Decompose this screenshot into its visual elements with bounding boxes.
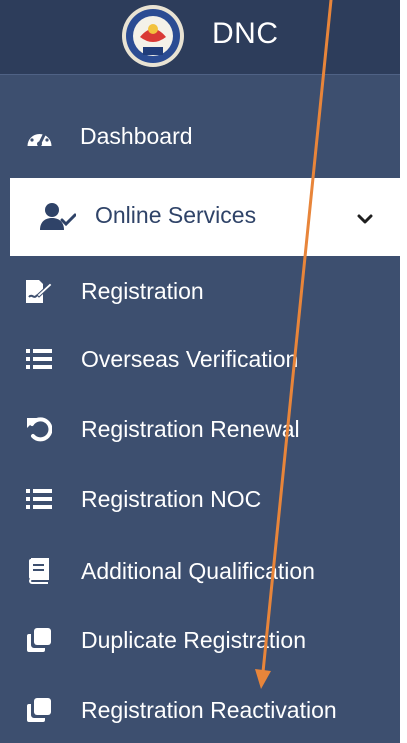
sidebar-item-registration-noc[interactable]: Registration NOC bbox=[0, 470, 400, 528]
sidebar-item-label: Registration bbox=[81, 278, 204, 304]
screenshot-frame: DNC Dashboard Online Services Registrati… bbox=[0, 0, 407, 743]
sidebar-item-duplicate-registration[interactable]: Duplicate Registration bbox=[0, 611, 400, 669]
user-check-icon bbox=[40, 203, 76, 230]
file-signature-icon bbox=[25, 277, 53, 305]
clone-icon bbox=[25, 696, 53, 724]
sidebar-item-overseas-verification[interactable]: Overseas Verification bbox=[0, 330, 400, 388]
sidebar-item-label: Overseas Verification bbox=[81, 346, 299, 372]
sidebar-item-registration-renewal[interactable]: Registration Renewal bbox=[0, 400, 400, 458]
dnc-seal-icon bbox=[122, 5, 184, 67]
sidebar-item-label: Additional Qualification bbox=[81, 558, 315, 584]
sidebar-item-label: Duplicate Registration bbox=[81, 627, 307, 653]
book-icon bbox=[25, 557, 53, 585]
online-services-label: Online Services bbox=[95, 202, 257, 228]
sidebar-item-registration[interactable]: Registration bbox=[0, 262, 400, 320]
speedometer-icon bbox=[25, 122, 53, 150]
sidebar-item-online-services[interactable]: Online Services bbox=[10, 178, 400, 256]
list-icon bbox=[25, 345, 53, 373]
sidebar: DNC Dashboard Online Services Registrati… bbox=[0, 0, 400, 743]
sidebar-item-dashboard[interactable]: Dashboard bbox=[0, 107, 400, 165]
undo-icon bbox=[25, 415, 53, 443]
sidebar-item-label: Dashboard bbox=[80, 123, 193, 149]
brand-title: DNC bbox=[212, 17, 279, 50]
sidebar-item-registration-reactivation[interactable]: Registration Reactivation bbox=[0, 681, 400, 739]
chevron-down-icon[interactable] bbox=[357, 211, 373, 227]
sidebar-item-additional-qualification[interactable]: Additional Qualification bbox=[0, 542, 400, 600]
list-icon bbox=[25, 485, 53, 513]
brand-header: DNC bbox=[0, 0, 400, 75]
sidebar-item-label: Registration NOC bbox=[81, 486, 262, 512]
clone-icon bbox=[25, 626, 53, 654]
sidebar-item-label: Registration Renewal bbox=[81, 416, 300, 442]
sidebar-item-label: Registration Reactivation bbox=[81, 697, 337, 723]
